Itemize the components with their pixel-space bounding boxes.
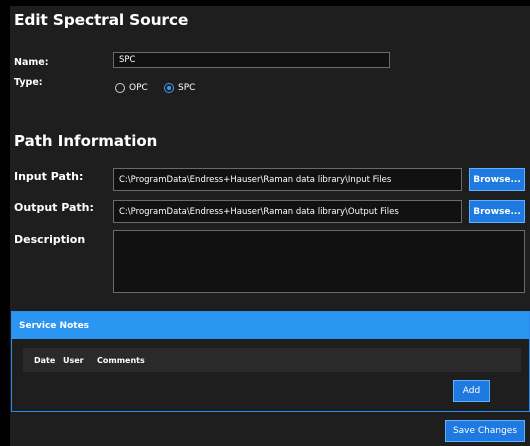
description-field[interactable] [113,230,525,293]
input-path-browse-button[interactable]: Browse... [469,168,525,191]
radio-checked-icon [164,83,174,93]
service-notes-grid-header: Date User Comments [23,348,521,372]
type-radio-opc-label: OPC [129,83,148,93]
output-path-label: Output Path: [14,201,94,214]
column-header-comments[interactable]: Comments [97,356,145,365]
column-header-user[interactable]: User [63,356,84,365]
description-label: Description [14,233,86,246]
save-changes-button[interactable]: Save Changes [445,420,525,442]
path-information-heading: Path Information [14,132,158,150]
output-path-browse-button[interactable]: Browse... [469,200,525,223]
input-path-field[interactable]: C:\ProgramData\Endress+Hauser\Raman data… [113,168,462,191]
service-notes-header: Service Notes [12,312,529,339]
radio-unchecked-icon [115,83,125,93]
type-label: Type: [14,77,43,88]
add-note-button[interactable]: Add [453,380,490,402]
input-path-label: Input Path: [14,170,84,183]
service-notes-panel: Service Notes Date User Comments Add [11,311,530,412]
type-radio-opc[interactable]: OPC [115,83,148,93]
type-radio-spc-label: SPC [178,83,196,93]
name-label: Name: [14,57,49,68]
type-radio-spc[interactable]: SPC [164,83,195,93]
output-path-field[interactable]: C:\ProgramData\Endress+Hauser\Raman data… [113,200,462,223]
column-header-date[interactable]: Date [34,356,55,365]
dialog-title: Edit Spectral Source [14,11,189,29]
name-field[interactable]: SPC [113,52,390,68]
